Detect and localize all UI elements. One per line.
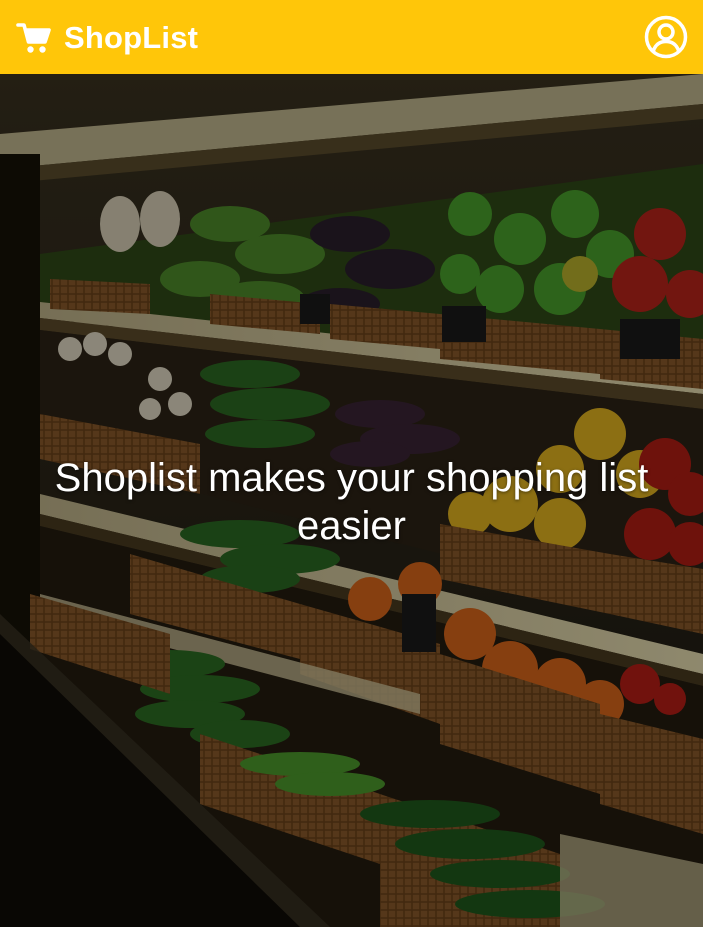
- hero-section: Shoplist makes your shopping list easier: [0, 74, 703, 927]
- profile-button[interactable]: [644, 15, 688, 59]
- cart-icon: [16, 23, 51, 53]
- app-page: ShopList Shoplist makes your shopping li…: [0, 0, 703, 927]
- user-circle-icon: [644, 15, 688, 59]
- top-app-bar: ShopList: [0, 0, 703, 74]
- app-title: ShopList: [64, 20, 199, 55]
- hero-tagline: Shoplist makes your shopping list easier: [54, 456, 649, 548]
- brand-home-link[interactable]: ShopList: [16, 18, 198, 58]
